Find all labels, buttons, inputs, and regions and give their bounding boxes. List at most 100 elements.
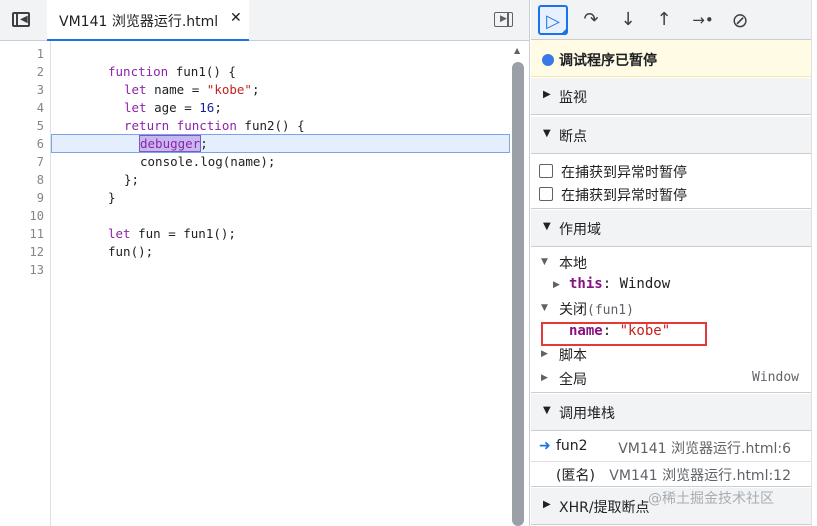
triangle-down-icon: ▼ [543,405,551,416]
code-text: ; [214,100,222,115]
code-text: age = [146,100,200,115]
code-text: fun1() { [168,64,236,79]
code-line: fun(); [108,244,154,259]
code-keyword: let [124,100,147,115]
triangle-right-icon: ▶ [543,499,551,510]
line-number[interactable]: 3 [37,81,44,99]
step-out-button[interactable]: ↑ [649,5,679,35]
call-frame[interactable]: (匿名) VM141 浏览器运行.html:12 [531,459,811,489]
line-number-gutter[interactable]: 1 2 3 4 5 6 7 8 9 10 11 12 13 [0,41,51,526]
property-name: this [569,276,603,292]
breakpoints-section-header[interactable]: ▼ 断点 [531,117,811,154]
triangle-down-icon: ▼ [543,128,551,139]
resume-button[interactable]: ▷ [538,5,568,35]
line-number[interactable]: 7 [37,153,44,171]
line-number[interactable]: 5 [37,117,44,135]
triangle-right-icon: ▶ [541,349,548,359]
scope-label-text: 关闭 [559,302,587,318]
scope-global[interactable]: ▶ 全局 Window [541,368,805,390]
code-line: debugger; [138,135,208,153]
frame-location[interactable]: VM141 浏览器运行.html:6 [618,438,791,458]
triangle-right-icon: ▶ [553,280,560,290]
checkbox[interactable] [539,164,553,178]
scroll-up-arrow-icon[interactable]: ▲ [514,46,520,55]
code-area[interactable]: function fun1() { let name = "kobe"; let… [51,41,511,526]
section-title: 调用堆栈 [559,406,615,422]
closure-function-name: (fun1) [587,303,634,318]
code-keyword: let [124,82,147,97]
code-text: name = [146,82,207,97]
code-line: let name = "kobe"; [124,81,259,99]
play-icon: ▷ [546,11,560,32]
current-frame-arrow-icon: ➜ [539,438,551,454]
line-number[interactable]: 6 [37,135,44,153]
step-into-button[interactable]: ↓ [613,5,643,35]
paused-banner: 调试程序已暂停 [531,40,811,77]
scope-label: 关闭(fun1) [559,299,634,319]
triangle-down-icon: ▼ [541,303,548,313]
line-number[interactable]: 11 [30,225,44,243]
panel-divider-icon [16,12,18,27]
triangle-down-icon: ▼ [543,221,551,232]
file-tab[interactable]: VM141 浏览器运行.html ✕ [47,0,249,41]
debugger-sidebar: ▷ ↷ ↓ ↑ →• ⊘ 调试程序已暂停 ▶ 监视 ▼ 断点 在捕获到异常时暂停… [531,0,811,526]
arrow-right-icon: ▶ [500,14,507,24]
property-value: Window [619,276,671,292]
line-number[interactable]: 8 [37,171,44,189]
scope-label: 全局 [559,372,587,388]
triangle-right-icon: ▶ [541,373,548,383]
code-keyword: function [108,64,169,79]
frame-function: fun2 [556,438,588,454]
code-text: fun2() { [236,118,305,133]
code-line: function fun1() { [108,63,236,81]
checkbox[interactable] [539,187,553,201]
checkbox-label: 在捕获到异常时暂停 [561,188,687,204]
panel-divider-icon [507,12,509,27]
step-out-icon: ↑ [656,9,672,30]
call-stack-section-header[interactable]: ▼ 调用堆栈 [531,394,811,431]
watch-section-header[interactable]: ▶ 监视 [531,78,811,115]
code-keyword: let [108,226,131,241]
info-dot-icon [542,54,554,66]
debugger-statement: debugger [138,135,202,152]
line-number[interactable]: 4 [37,99,44,117]
code-line: }; [124,172,140,187]
section-title: XHR/提取断点 [559,500,650,516]
editor-scrollbar[interactable] [512,62,524,526]
toggle-navigator-button[interactable]: ◀ [10,9,34,31]
call-frame-active[interactable]: ➜ fun2 VM141 浏览器运行.html:6 [531,432,811,462]
section-title: 监视 [559,90,587,106]
code-line: let fun = fun1(); [108,225,236,243]
frame-location[interactable]: VM141 浏览器运行.html:12 [609,465,791,485]
debugger-toolbar: ▷ ↷ ↓ ↑ →• ⊘ [531,0,811,40]
step-over-button[interactable]: ↷ [576,5,606,35]
source-editor-pane: ◀ VM141 浏览器运行.html ✕ ▶ 1 2 3 4 5 6 7 8 9… [0,0,530,526]
separator: : [602,276,620,292]
scope-section-header[interactable]: ▼ 作用域 [531,210,811,247]
triangle-down-icon: ▼ [541,257,548,267]
code-number: 16 [199,100,215,115]
close-icon[interactable]: ✕ [230,10,242,26]
line-number[interactable]: 12 [30,243,44,261]
line-number[interactable]: 2 [37,63,44,81]
deactivate-breakpoints-button[interactable]: ⊘ [725,5,755,35]
checkbox-label: 在捕获到异常时暂停 [561,165,687,181]
line-number[interactable]: 10 [30,207,44,225]
scope-body: ▼ 本地 ▶ this: Window ▼ 关闭(fun1) name: "ko… [531,248,811,393]
code-text: ; [200,136,208,151]
step-over-icon: ↷ [583,9,599,30]
line-number[interactable]: 9 [37,189,44,207]
annotation-highlight-box [541,322,707,346]
section-title: 断点 [559,129,587,145]
code-line: let age = 16; [124,99,222,117]
line-number[interactable]: 13 [30,261,44,279]
property-entry: this: Window [569,276,670,292]
watermark: @稀土掘金技术社区 [648,491,774,507]
dropdown-corner-icon [560,29,566,35]
editor-tab-bar: ◀ VM141 浏览器运行.html ✕ ▶ [0,0,529,41]
toggle-debugger-sidebar-button[interactable]: ▶ [493,9,517,31]
call-stack-body: ➜ fun2 VM141 浏览器运行.html:6 (匿名) VM141 浏览器… [531,432,811,487]
step-button[interactable]: →• [688,5,718,35]
line-number[interactable]: 1 [37,45,44,63]
code-string: "kobe" [206,82,252,97]
